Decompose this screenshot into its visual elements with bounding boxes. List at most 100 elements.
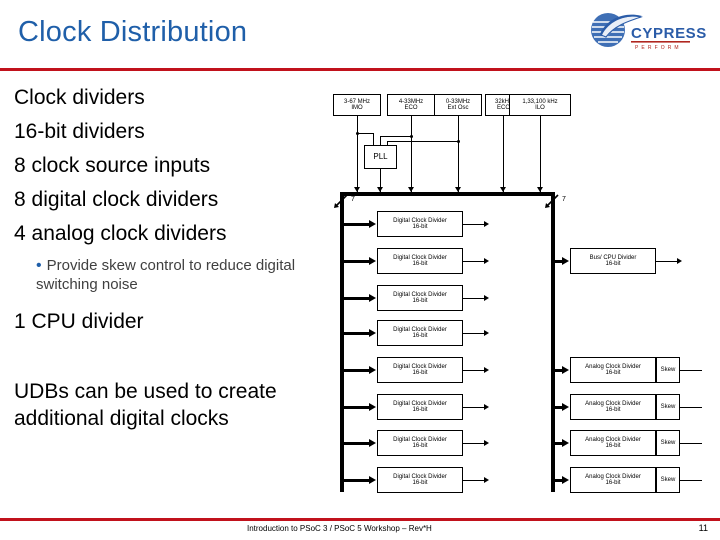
source-box-ilo: 1,33,100 kHz ILO [509,94,571,116]
footer-page-number: 11 [698,523,708,533]
wire-skew-out [680,407,702,408]
divider-width: 16-bit [605,261,621,267]
slide-canvas: Clock Distribution CYPRESS PERFORM Clock… [0,0,720,540]
divider-input-arrow [562,439,569,447]
clock-bus-horizontal [340,192,555,196]
wire-imo-down [357,116,358,192]
digital-clock-divider-5: Digital Clock Divider 16-bit [377,357,463,383]
source-name: Ext Osc [447,105,469,111]
pll-box: PLL [364,145,397,169]
bus-width-slash-icon [545,194,559,208]
footer-divider [0,518,720,521]
analog-clock-divider-4: Analog Clock Divider 16-bit [570,467,656,493]
divider-width: 16-bit [605,443,621,449]
wire-imo-to-pll [357,133,374,134]
wire-bus-to-divider [344,223,370,226]
wire-divider-out [463,298,485,299]
wire-extosc-to-pll [387,141,459,142]
divider-output-arrow [484,477,489,483]
digital-clock-divider-1: Digital Clock Divider 16-bit [377,211,463,237]
divider-width: 16-bit [412,298,428,304]
divider-width: 16-bit [412,224,428,230]
wire-bus-to-divider [344,369,370,372]
skew-label: Skew [660,439,676,446]
skew-block-4: Skew [656,467,680,493]
divider-input-arrow [562,366,569,374]
wire-divider-out [463,261,485,262]
source-name: IMO [351,105,363,111]
wire-pll-in3 [387,141,388,145]
skew-block-3: Skew [656,430,680,456]
wire-bus-to-divider [344,260,370,263]
wire-divider-out [463,370,485,371]
divider-input-arrow [562,476,569,484]
divider-width: 16-bit [605,480,621,486]
wire-ilo-down [540,116,541,192]
divider-output-arrow [484,404,489,410]
pll-label: PLL [373,151,388,161]
wire-bus-to-divider [344,297,370,300]
source-box-imo: 3-67 MHz IMO [333,94,381,116]
divider-output-arrow [484,440,489,446]
wire-eco32k-down [503,116,504,192]
divider-input-arrow [369,329,376,337]
analog-clock-divider-1: Analog Clock Divider 16-bit [570,357,656,383]
wire-divider-out [463,333,485,334]
divider-width: 16-bit [412,261,428,267]
digital-clock-divider-6: Digital Clock Divider 16-bit [377,394,463,420]
wire-cpu-divider-out [656,261,678,262]
divider-input-arrow [562,403,569,411]
divider-output-arrow [484,367,489,373]
wire-divider-out [463,480,485,481]
skew-label: Skew [660,476,676,483]
clock-bus-analog-vertical [551,192,555,492]
divider-width: 16-bit [412,370,428,376]
divider-input-arrow [369,294,376,302]
wire-divider-out [463,224,485,225]
wire-extosc-down [458,116,459,192]
wire-skew-out [680,480,702,481]
bus-cpu-divider: Bus/ CPU Divider 16-bit [570,248,656,274]
clock-distribution-diagram: 3-67 MHz IMO 4-33MHz ECO 0-33MHz Ext Osc… [0,0,720,540]
wire-skew-out [680,443,702,444]
wire-divider-out [463,443,485,444]
wire-bus-to-divider [344,332,370,335]
source-box-ext-osc: 0-33MHz Ext Osc [434,94,482,116]
clock-bus-digital-vertical [340,192,344,492]
divider-output-arrow [484,295,489,301]
wire-eco-to-pll [380,136,412,137]
digital-clock-divider-2: Digital Clock Divider 16-bit [377,248,463,274]
divider-width: 16-bit [605,370,621,376]
bus-width-label-digital: 7 [351,196,355,203]
divider-input-arrow [369,403,376,411]
wire-divider-out [463,407,485,408]
skew-block-2: Skew [656,394,680,420]
source-name: ILO [535,105,545,111]
divider-output-arrow [484,330,489,336]
divider-input-arrow [369,257,376,265]
digital-clock-divider-3: Digital Clock Divider 16-bit [377,285,463,311]
divider-input-arrow [369,476,376,484]
divider-output-arrow [677,258,682,264]
digital-clock-divider-8: Digital Clock Divider 16-bit [377,467,463,493]
skew-block-1: Skew [656,357,680,383]
divider-input-arrow [562,257,569,265]
divider-input-arrow [369,366,376,374]
digital-clock-divider-4: Digital Clock Divider 16-bit [377,320,463,346]
bus-width-slash-icon [334,194,348,208]
divider-input-arrow [369,220,376,228]
wire-skew-out [680,370,702,371]
divider-input-arrow [369,439,376,447]
analog-clock-divider-3: Analog Clock Divider 16-bit [570,430,656,456]
source-box-eco-main: 4-33MHz ECO [387,94,435,116]
divider-width: 16-bit [605,407,621,413]
divider-output-arrow [484,221,489,227]
divider-width: 16-bit [412,333,428,339]
digital-clock-divider-7: Digital Clock Divider 16-bit [377,430,463,456]
wire-bus-to-divider [344,442,370,445]
wire-pll-in2 [380,136,381,145]
wire-pll-in1 [373,133,374,145]
skew-label: Skew [660,403,676,410]
wire-bus-to-divider [344,406,370,409]
divider-output-arrow [484,258,489,264]
